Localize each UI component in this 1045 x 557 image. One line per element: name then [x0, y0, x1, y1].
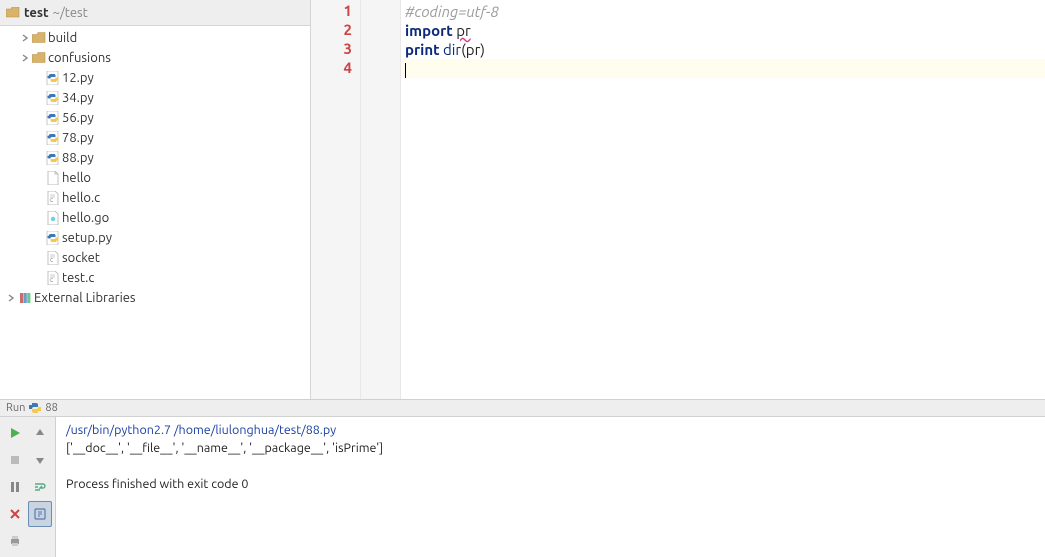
project-tree[interactable]: build confusions 12.py 34.py 56.py 78.py 88.py… [0, 26, 310, 399]
run-config-name: 88 [45, 402, 57, 414]
tree-item-label: 12.py [62, 71, 94, 85]
tree-item-label: build [48, 31, 77, 45]
c-icon: c [46, 191, 60, 205]
tree-item-label: confusions [48, 51, 111, 65]
close-button[interactable] [3, 501, 27, 527]
tree-item-label: 78.py [62, 131, 94, 145]
c-icon: c [46, 251, 60, 265]
scroll-down-button[interactable] [28, 447, 52, 473]
tree-item-label: 34.py [62, 91, 94, 105]
folder-icon [32, 51, 46, 65]
chevron-right-icon[interactable] [6, 293, 16, 303]
tree-item[interactable]: build [0, 28, 310, 48]
tree-item-label: 88.py [62, 151, 94, 165]
editor-code[interactable]: #coding=utf-8import prprint dir(pr) [401, 0, 1045, 399]
tree-item[interactable]: hello [0, 168, 310, 188]
tree-item[interactable]: 88.py [0, 148, 310, 168]
stop-button[interactable] [3, 447, 27, 473]
tree-item-label: hello [62, 171, 91, 185]
py-icon [46, 231, 60, 245]
c-icon: c [46, 271, 60, 285]
rerun-button[interactable] [3, 420, 27, 446]
tree-item-label: test.c [62, 271, 94, 285]
code-line[interactable] [401, 59, 1045, 78]
py-icon [46, 111, 60, 125]
tree-item[interactable]: csocket [0, 248, 310, 268]
scroll-up-button[interactable] [28, 420, 52, 446]
editor: 1234 #coding=utf-8import prprint dir(pr) [311, 0, 1045, 399]
py-icon [46, 71, 60, 85]
chevron-right-icon[interactable] [20, 33, 30, 43]
run-label: Run [6, 402, 25, 414]
py-icon [46, 91, 60, 105]
tree-item-label: 56.py [62, 111, 94, 125]
editor-gutter[interactable]: 1234 [311, 0, 361, 399]
tree-item[interactable]: ctest.c [0, 268, 310, 288]
lib-icon [18, 291, 32, 305]
tree-item-label: hello.go [62, 211, 109, 225]
console: /usr/bin/python2.7 /home/liulonghua/test… [0, 417, 1045, 557]
project-panel: test ~/test build confusions 12.py 34.py 56.… [0, 0, 311, 399]
chevron-right-icon[interactable] [20, 53, 30, 63]
tree-item-label: socket [62, 251, 100, 265]
tree-item-label: setup.py [62, 231, 112, 245]
code-line[interactable]: #coding=utf-8 [401, 2, 1045, 21]
tree-item[interactable]: confusions [0, 48, 310, 68]
breadcrumb-name: test [24, 6, 49, 20]
tree-item-label: hello.c [62, 191, 100, 205]
console-toolbar [0, 417, 56, 557]
py-icon [46, 151, 60, 165]
file-icon [46, 171, 60, 185]
scroll-to-end-button[interactable] [28, 501, 52, 527]
tree-item[interactable]: 56.py [0, 108, 310, 128]
tree-item[interactable]: External Libraries [0, 288, 310, 308]
code-line[interactable]: import pr [401, 21, 1045, 40]
tree-item[interactable]: 34.py [0, 88, 310, 108]
tree-item[interactable]: hello.go [0, 208, 310, 228]
tree-item[interactable]: chello.c [0, 188, 310, 208]
py-icon [46, 131, 60, 145]
console-output[interactable]: /usr/bin/python2.7 /home/liulonghua/test… [56, 417, 1045, 557]
code-line[interactable]: print dir(pr) [401, 40, 1045, 59]
print-button[interactable] [3, 528, 27, 554]
tree-item[interactable]: 12.py [0, 68, 310, 88]
soft-wrap-button[interactable] [28, 474, 52, 500]
tree-item[interactable]: setup.py [0, 228, 310, 248]
python-icon [29, 402, 41, 414]
folder-icon [32, 31, 46, 45]
folder-icon [6, 7, 20, 18]
editor-gutter-icons [361, 0, 401, 399]
tree-item[interactable]: 78.py [0, 128, 310, 148]
go-icon [46, 211, 60, 225]
tree-item-label: External Libraries [34, 291, 136, 305]
breadcrumb-path: ~/test [53, 6, 88, 20]
run-toolwindow-header[interactable]: Run 88 [0, 399, 1045, 417]
pause-button[interactable] [3, 474, 27, 500]
breadcrumb[interactable]: test ~/test [0, 0, 310, 26]
